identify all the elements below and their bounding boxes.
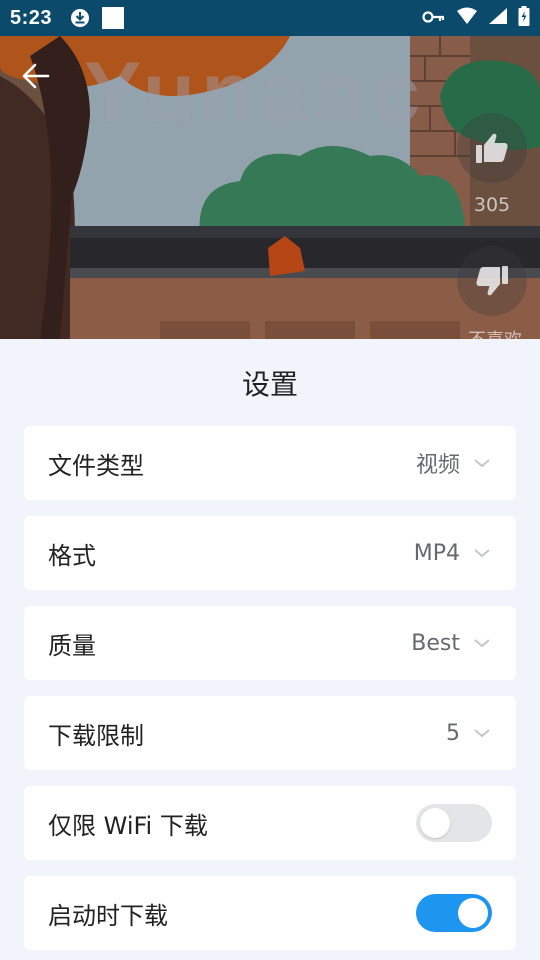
settings-sheet: 设置 文件类型 视频 格式 MP4 质量 Best 下载限制 5 仅限 WiFi… <box>0 339 540 960</box>
chevron-down-icon <box>472 633 492 653</box>
notification-square-icon <box>102 7 125 29</box>
wifi-only-row: 仅限 WiFi 下载 <box>24 786 516 860</box>
status-bar: 5:23 <box>0 0 540 36</box>
wifi-only-toggle[interactable] <box>416 804 492 842</box>
like-count: 305 <box>473 194 511 216</box>
format-dropdown[interactable]: MP4 <box>414 541 492 566</box>
wifi-only-label: 仅限 WiFi 下载 <box>48 811 208 840</box>
dislike-label: 不喜欢 <box>458 326 532 339</box>
battery-icon <box>518 6 530 30</box>
chevron-down-icon <box>472 723 492 743</box>
back-button[interactable] <box>18 58 54 94</box>
file-type-row[interactable]: 文件类型 视频 <box>24 426 516 500</box>
download-on-start-row: 启动时下载 <box>24 876 516 950</box>
like-button[interactable] <box>457 113 527 183</box>
settings-title: 设置 <box>241 368 298 401</box>
download-on-start-toggle[interactable] <box>416 894 492 932</box>
chevron-down-icon <box>472 453 492 473</box>
file-type-value: 视频 <box>415 453 460 478</box>
download-icon <box>70 8 90 28</box>
wifi-icon <box>456 7 478 29</box>
quality-label: 质量 <box>48 631 96 660</box>
toggle-knob <box>420 808 450 838</box>
quality-value: Best <box>411 630 460 656</box>
format-row[interactable]: 格式 MP4 <box>24 516 516 590</box>
download-on-start-label: 启动时下载 <box>48 901 168 930</box>
format-label: 格式 <box>48 541 96 570</box>
quality-dropdown[interactable]: Best <box>411 631 492 656</box>
download-limit-row[interactable]: 下载限制 5 <box>24 696 516 770</box>
video-player[interactable]: Yunanc 305 不喜欢 <box>0 36 540 339</box>
dislike-button[interactable] <box>457 246 527 316</box>
quality-row[interactable]: 质量 Best <box>24 606 516 680</box>
file-type-dropdown[interactable]: 视频 <box>416 447 492 479</box>
screen: 5:23 Yunanc 305 设置 文件类型 视频 格式 MP4 质量 Bes… <box>0 0 540 960</box>
chevron-down-icon <box>472 543 492 563</box>
vpn-key-icon <box>422 9 446 28</box>
video-watermark: Yunanc <box>84 45 426 141</box>
download-limit-label: 下载限制 <box>48 721 144 750</box>
status-icons <box>422 6 530 30</box>
download-limit-value: 5 <box>446 720 460 746</box>
format-value: MP4 <box>413 540 460 566</box>
toggle-knob <box>458 898 488 928</box>
arrow-back-icon <box>22 63 50 89</box>
thumb-up-icon <box>476 133 508 163</box>
thumb-down-icon <box>476 266 508 296</box>
download-limit-dropdown[interactable]: 5 <box>446 721 492 746</box>
status-time: 5:23 <box>10 6 53 29</box>
signal-icon <box>488 7 508 29</box>
file-type-label: 文件类型 <box>48 451 144 480</box>
